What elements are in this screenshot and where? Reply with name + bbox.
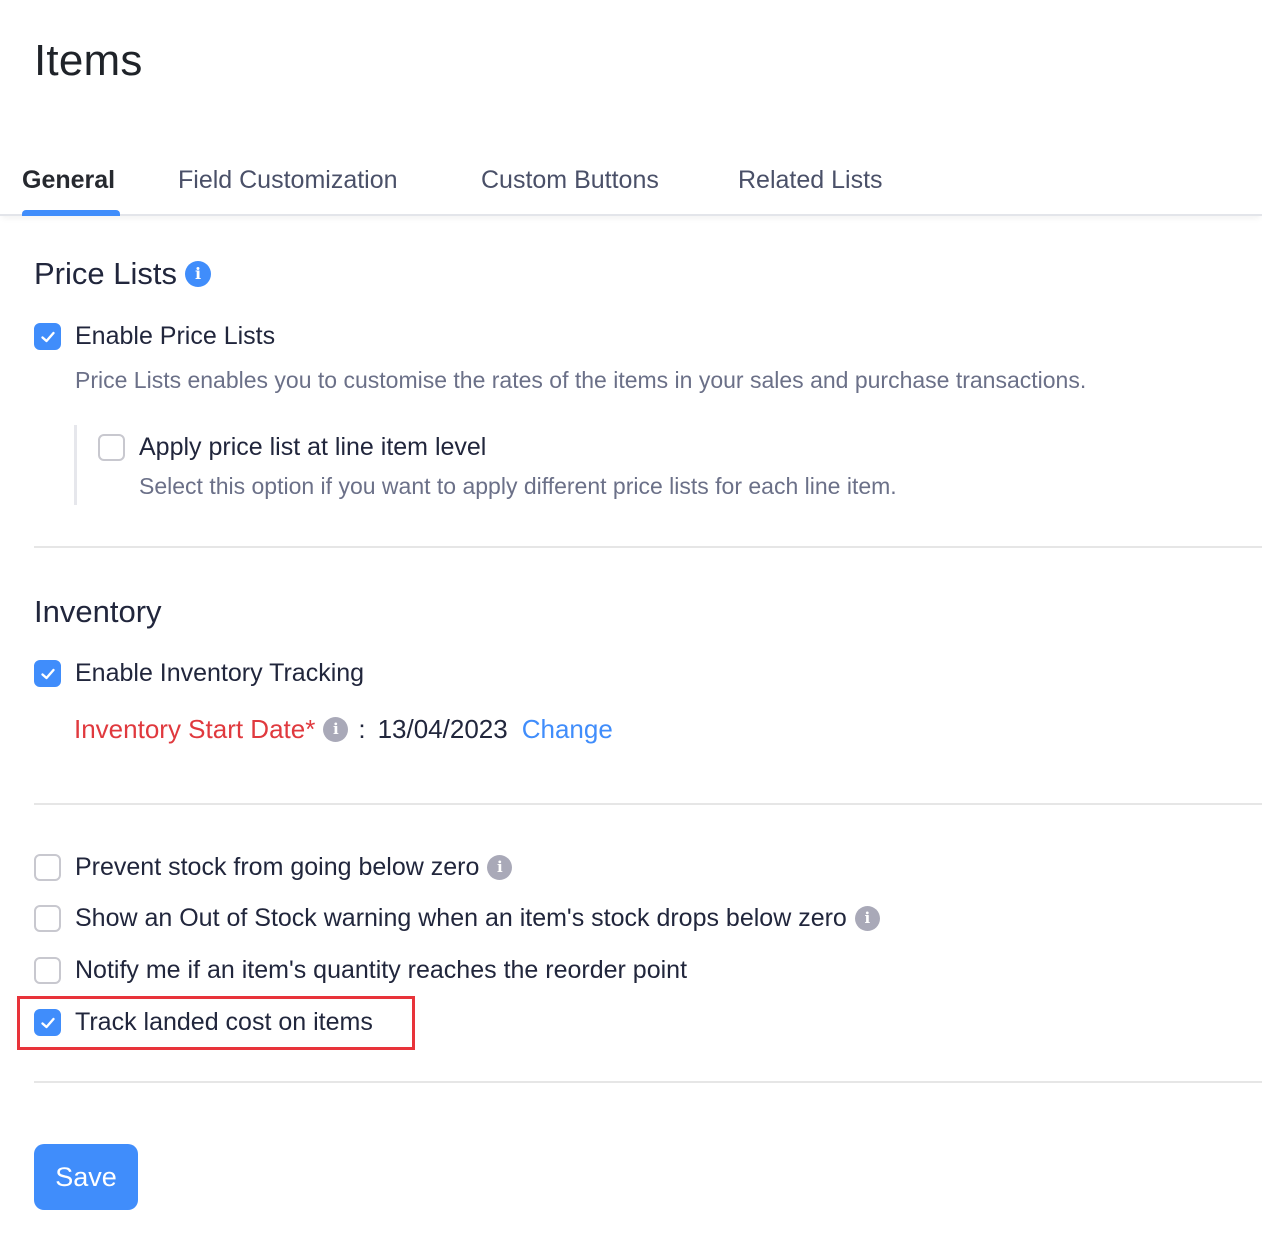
tab-related-lists[interactable]: Related Lists (738, 166, 883, 195)
checkmark-icon (40, 331, 55, 342)
reorder-point-notify-label: Notify me if an item's quantity reaches … (75, 956, 688, 984)
inventory-start-date-label: Inventory Start Date* (74, 714, 316, 744)
tab-custom-buttons[interactable]: Custom Buttons (481, 166, 659, 195)
prevent-negative-stock-option[interactable]: Prevent stock from going below zero i (34, 853, 513, 882)
inventory-start-date-row: Inventory Start Date* i : 13/04/2023 Cha… (74, 714, 613, 745)
section-divider (34, 803, 1262, 805)
highlight-annotation-box (17, 996, 415, 1050)
reorder-point-notify-checkbox[interactable] (34, 957, 61, 984)
prevent-negative-stock-checkbox[interactable] (34, 854, 61, 881)
line-item-price-list-checkbox[interactable] (98, 434, 125, 461)
change-date-link[interactable]: Change (522, 714, 613, 745)
line-item-price-list-option[interactable]: Apply price list at line item level (98, 433, 486, 462)
price-lists-help-text: Price Lists enables you to customise the… (75, 367, 1087, 393)
enable-inventory-tracking-checkbox[interactable] (34, 660, 61, 687)
save-button[interactable]: Save (34, 1144, 138, 1210)
price-lists-heading: Price Lists i (34, 256, 211, 292)
price-lists-title: Price Lists (34, 256, 177, 291)
enable-price-lists-checkbox[interactable] (34, 323, 61, 350)
separator: : (358, 714, 366, 744)
section-divider (34, 1081, 1262, 1083)
reorder-point-notify-option[interactable]: Notify me if an item's quantity reaches … (34, 956, 687, 985)
nested-option-bar (74, 425, 77, 505)
inventory-start-date-value: 13/04/2023 (377, 714, 508, 744)
active-tab-indicator (22, 210, 120, 216)
info-icon[interactable]: i (854, 906, 880, 931)
inventory-title: Inventory (34, 594, 162, 629)
checkmark-icon (40, 668, 55, 679)
out-of-stock-warning-checkbox[interactable] (34, 905, 61, 932)
section-divider (34, 546, 1262, 548)
line-item-price-list-label: Apply price list at line item level (139, 433, 487, 461)
out-of-stock-warning-option[interactable]: Show an Out of Stock warning when an ite… (34, 904, 880, 933)
enable-inventory-tracking-label: Enable Inventory Tracking (75, 659, 365, 687)
info-icon[interactable]: i (323, 717, 349, 742)
tab-bar: General Field Customization Custom Butto… (0, 150, 1262, 216)
tab-field-customization[interactable]: Field Customization (178, 166, 398, 195)
line-item-help-text: Select this option if you want to apply … (139, 473, 897, 499)
page-title: Items (34, 36, 143, 85)
out-of-stock-warning-label: Show an Out of Stock warning when an ite… (75, 904, 847, 932)
info-icon[interactable]: i (184, 261, 211, 287)
enable-inventory-tracking-option[interactable]: Enable Inventory Tracking (34, 659, 364, 688)
enable-price-lists-label: Enable Price Lists (75, 322, 276, 350)
tab-general[interactable]: General (22, 166, 115, 195)
enable-price-lists-option[interactable]: Enable Price Lists (34, 322, 275, 351)
info-icon[interactable]: i (487, 855, 513, 880)
inventory-heading: Inventory (34, 594, 162, 630)
prevent-negative-stock-label: Prevent stock from going below zero (75, 853, 480, 881)
